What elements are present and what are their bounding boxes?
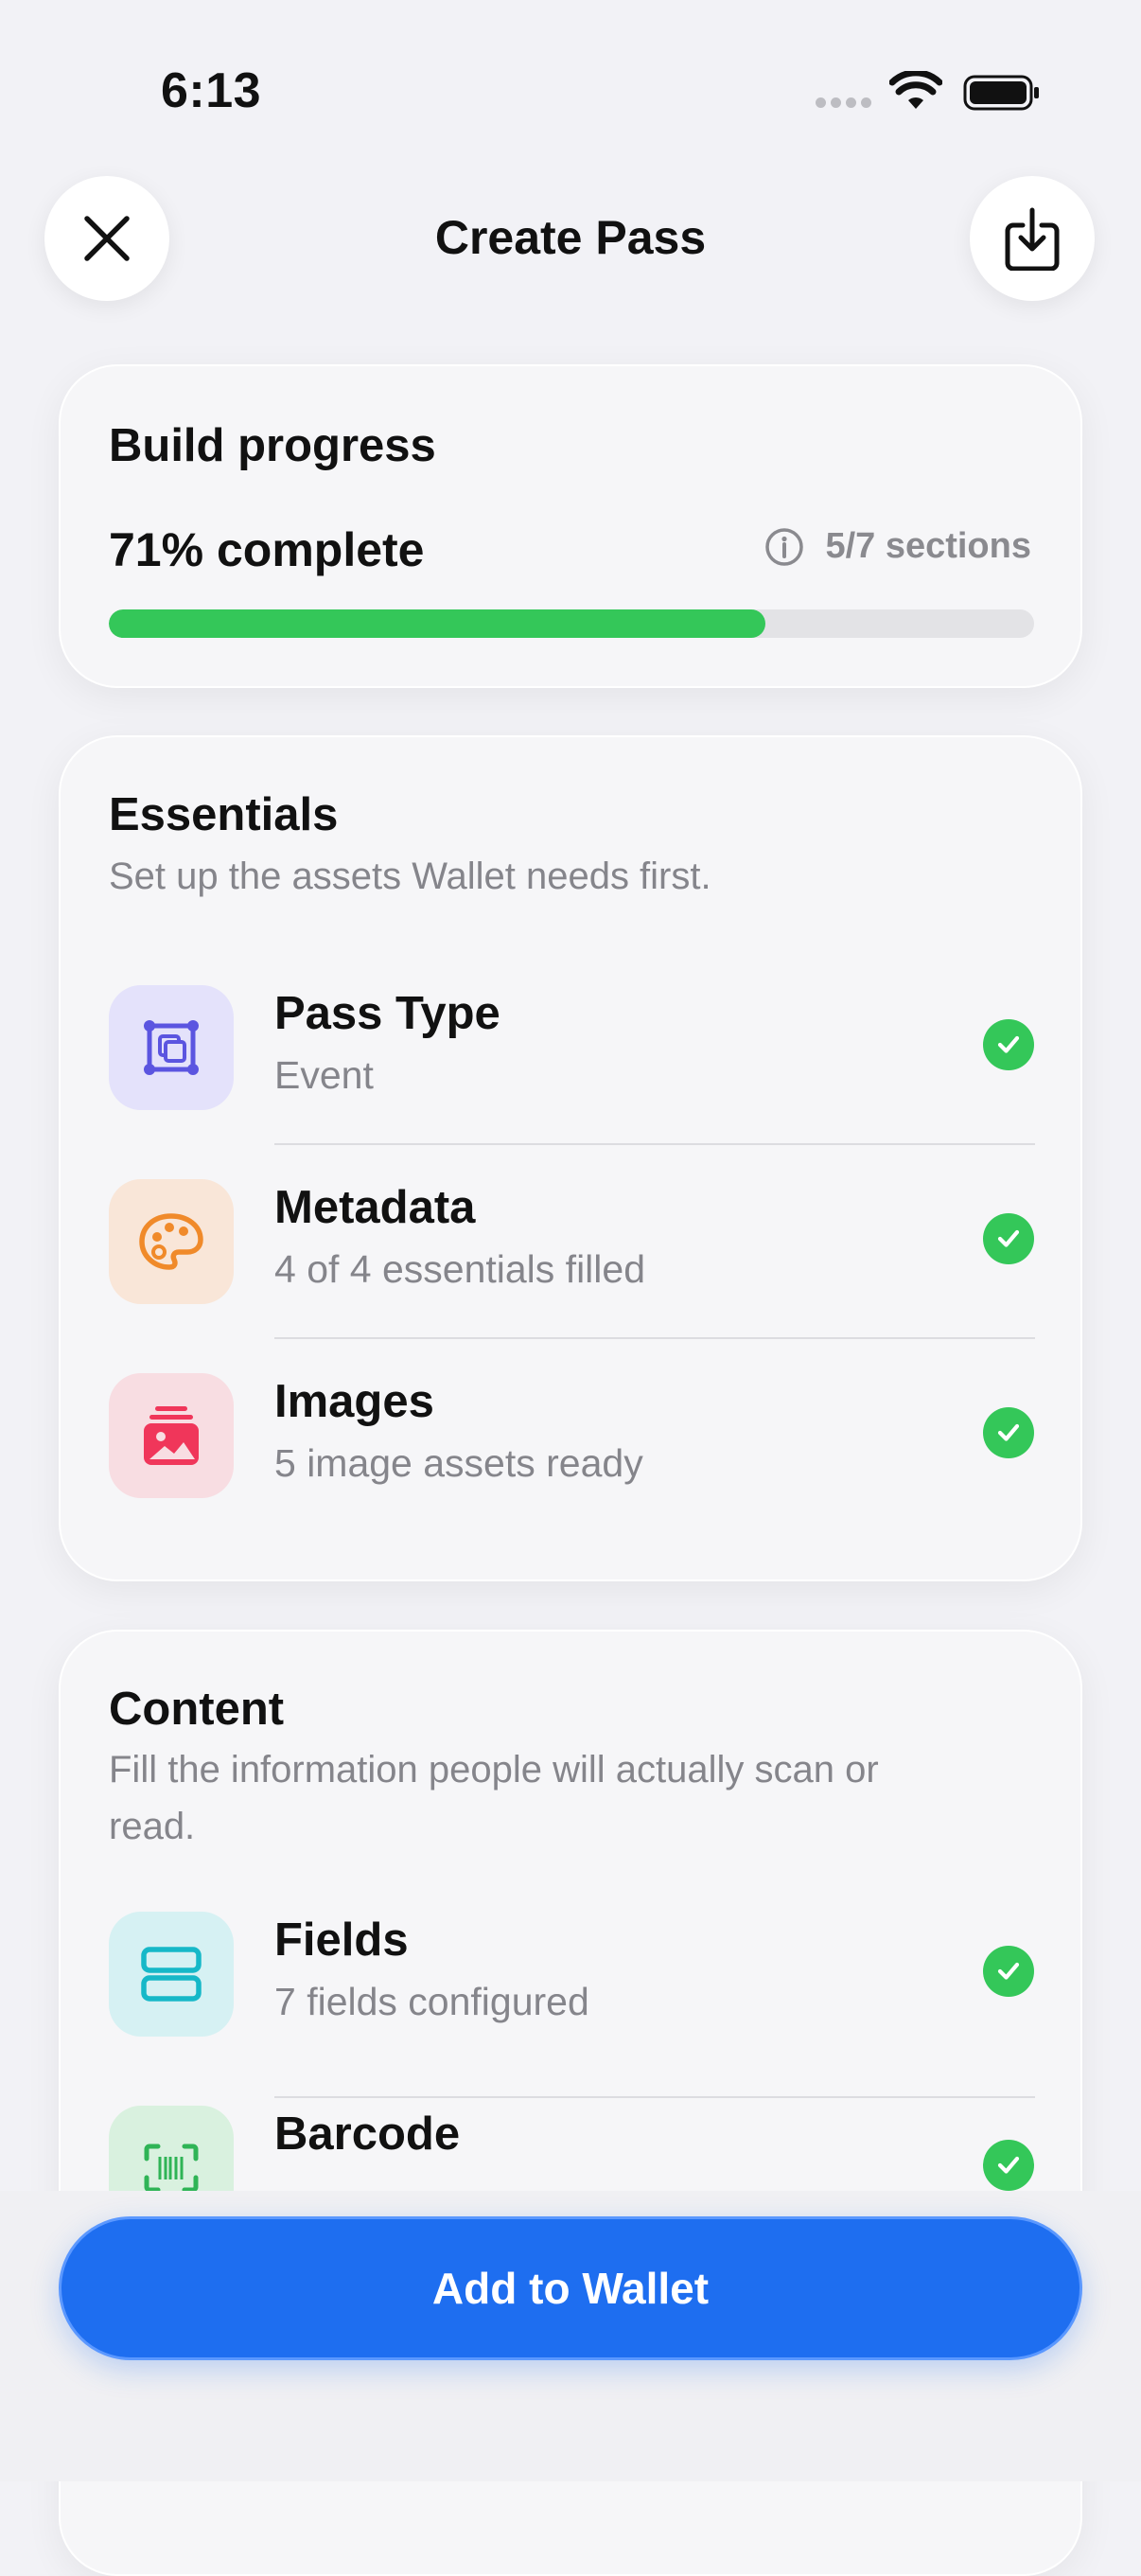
sections-info[interactable]: 5/7 sections	[764, 526, 1031, 567]
download-icon	[1005, 207, 1060, 271]
cellular-signal-icon	[816, 97, 872, 109]
row-fields[interactable]: Fields 7 fields configured	[61, 1885, 1084, 2056]
export-button[interactable]	[970, 176, 1095, 301]
row-metadata[interactable]: Metadata 4 of 4 essentials filled	[61, 1153, 1084, 1323]
wifi-icon	[889, 71, 942, 109]
build-progress-card: Build progress 71% complete 5/7 sections	[59, 364, 1082, 688]
progress-percent: 71% complete	[109, 523, 425, 576]
row-subtitle: 4 of 4 essentials filled	[274, 1247, 646, 1291]
add-to-wallet-button[interactable]: Add to Wallet	[59, 2216, 1082, 2360]
pass-type-icon	[109, 985, 234, 1110]
progress-title: Build progress	[109, 420, 436, 471]
row-images[interactable]: Images 5 image assets ready	[61, 1347, 1084, 1517]
row-title: Fields	[274, 1914, 409, 1966]
row-subtitle: 5 image assets ready	[274, 1441, 643, 1485]
row-title: Images	[274, 1376, 434, 1427]
essentials-title: Essentials	[109, 789, 339, 840]
palette-icon	[109, 1179, 234, 1304]
checkmark-icon	[983, 1407, 1034, 1458]
row-subtitle: Event	[274, 1053, 374, 1097]
status-time: 6:13	[161, 63, 262, 118]
content-subtitle: Fill the information people will actuall…	[109, 1749, 879, 1847]
row-title: Metadata	[274, 1182, 476, 1233]
sections-count: 5/7 sections	[825, 526, 1031, 566]
checkmark-icon	[983, 1946, 1034, 1997]
photo-stack-icon	[109, 1373, 234, 1498]
essentials-card: Essentials Set up the assets Wallet need…	[59, 735, 1082, 1581]
progress-bar-fill	[109, 609, 766, 638]
essentials-subtitle: Set up the assets Wallet needs first.	[109, 856, 711, 897]
checkmark-icon	[983, 2140, 1034, 2191]
status-bar: 6:13	[0, 0, 1141, 170]
row-title: Pass Type	[274, 988, 500, 1039]
fields-icon	[109, 1912, 234, 2037]
progress-bar	[109, 609, 1034, 638]
checkmark-icon	[983, 1019, 1034, 1070]
checkmark-icon	[983, 1213, 1034, 1264]
content-title: Content	[109, 1684, 285, 1735]
divider	[274, 1143, 1035, 1145]
row-title: Barcode	[274, 2108, 461, 2160]
divider	[274, 1337, 1035, 1339]
row-pass-type[interactable]: Pass Type Event	[61, 959, 1084, 1129]
info-icon	[765, 527, 804, 566]
row-subtitle: 7 fields configured	[274, 1980, 589, 2023]
battery-icon	[963, 75, 1039, 111]
